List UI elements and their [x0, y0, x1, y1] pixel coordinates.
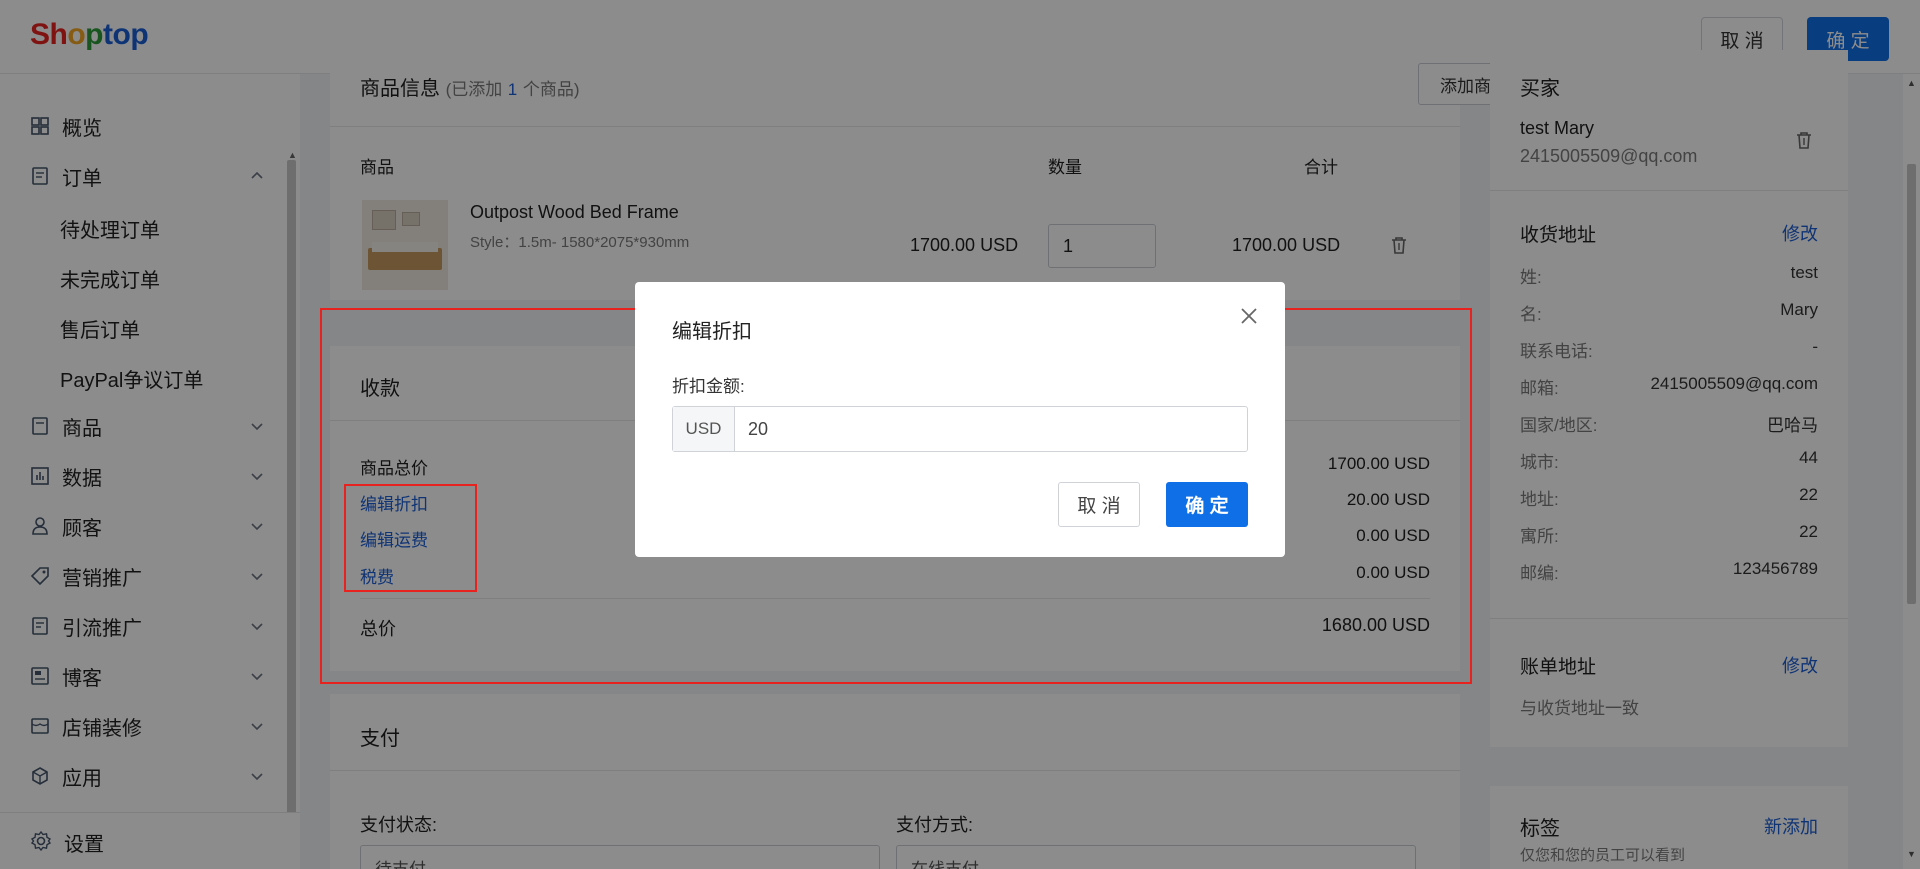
discount-amount-label: 折扣金额: — [672, 377, 745, 396]
modal-cancel-button[interactable]: 取 消 — [1058, 482, 1140, 527]
discount-amount-input[interactable]: 20 — [735, 407, 768, 451]
modal-title: 编辑折扣 — [672, 321, 752, 343]
currency-addon: USD — [673, 407, 735, 451]
discount-amount-field[interactable]: USD 20 — [672, 406, 1248, 452]
modal-confirm-button[interactable]: 确 定 — [1166, 482, 1248, 527]
close-icon[interactable] — [1240, 307, 1258, 325]
edit-discount-modal: 编辑折扣 折扣金额: USD 20 取 消 确 定 — [635, 282, 1285, 557]
